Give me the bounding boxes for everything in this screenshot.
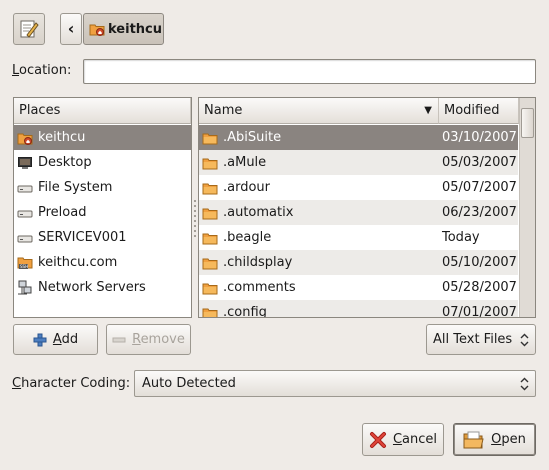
file-row[interactable]: .beagle Today (199, 225, 518, 250)
place-item-desktop[interactable]: Desktop (14, 150, 191, 175)
file-row[interactable]: .AbiSuite 03/10/2007 (199, 125, 518, 150)
place-item-label: Network Servers (38, 280, 146, 295)
file-modified: 05/10/2007 (442, 255, 517, 270)
character-coding-value: Auto Detected (142, 376, 236, 391)
location-toggle-button[interactable] (13, 13, 45, 45)
file-name: .ardour (223, 180, 271, 195)
folder-icon (202, 280, 218, 296)
desktop-icon (17, 155, 33, 171)
file-name: .comments (223, 280, 296, 295)
path-button-label: keithcu (108, 21, 162, 37)
file-filter-select[interactable]: All Text Files (426, 324, 536, 355)
place-item-label: SERVICEV001 (38, 230, 127, 245)
open-button[interactable]: Open (453, 423, 536, 456)
file-name: .config (223, 305, 267, 318)
cancel-x-icon (369, 431, 387, 449)
place-item-servicev001[interactable]: SERVICEV001 (14, 225, 191, 250)
file-row[interactable]: .comments 05/28/2007 (199, 275, 518, 300)
open-folder-icon (463, 430, 485, 450)
column-header-name[interactable]: Name ▼ (199, 98, 439, 124)
files-panel: Name ▼ Modified .AbiSuite 03/10/2007 .aM… (198, 97, 536, 318)
path-button-home[interactable]: keithcu (83, 13, 164, 45)
open-button-label: Open (491, 432, 526, 447)
chevron-left-icon: ‹ (67, 19, 75, 38)
places-header[interactable]: Places (14, 98, 191, 124)
remove-bookmark-button[interactable]: Remove (106, 324, 191, 355)
cancel-button-label: Cancel (392, 432, 438, 447)
folder-icon (202, 180, 218, 196)
place-item-file-system[interactable]: File System (14, 175, 191, 200)
folder-icon (202, 205, 218, 221)
place-item-label: keithcu (38, 130, 86, 145)
folder-icon (202, 230, 218, 246)
place-item-keithcu[interactable]: keithcu (14, 125, 191, 150)
remove-button-label: Remove (132, 332, 185, 347)
pane-splitter[interactable] (193, 200, 197, 240)
place-item-label: Desktop (38, 155, 92, 170)
sort-descending-icon: ▼ (424, 105, 432, 116)
file-modified: 03/10/2007 (442, 130, 517, 145)
file-modified: 05/28/2007 (442, 280, 517, 295)
place-item-label: File System (38, 180, 113, 195)
updown-arrows-icon (520, 333, 529, 347)
home-folder-icon (89, 21, 105, 37)
location-label: Location: (12, 63, 72, 78)
place-item-preload[interactable]: Preload (14, 200, 191, 225)
add-button-label: Add (52, 332, 79, 347)
place-item-label: keithcu.com (38, 255, 118, 270)
path-back-button[interactable]: ‹ (60, 13, 82, 45)
files-scrollbar[interactable] (519, 98, 535, 317)
file-name: .AbiSuite (223, 130, 282, 145)
pencil-paper-icon (18, 18, 40, 40)
minus-icon (112, 333, 126, 347)
file-modified: Today (442, 230, 480, 245)
file-name: .automatix (223, 205, 294, 220)
places-panel: Places keithcu Desktop File System Prelo… (13, 97, 192, 318)
file-filter-value: All Text Files (433, 332, 513, 347)
file-row[interactable]: .automatix 06/23/2007 (199, 200, 518, 225)
folder-icon (202, 255, 218, 271)
character-coding-select[interactable]: Auto Detected (134, 370, 536, 397)
place-item-label: Preload (38, 205, 87, 220)
file-modified: 07/01/2007 (442, 305, 517, 318)
files-scrollbar-thumb[interactable] (521, 108, 534, 138)
place-item-keithcu-com[interactable]: SSH keithcu.com (14, 250, 191, 275)
network-icon (17, 280, 33, 296)
character-coding-label: Character Coding: (12, 376, 131, 391)
file-name: .childsplay (223, 255, 293, 270)
folder-icon (202, 155, 218, 171)
drive-icon (17, 205, 33, 221)
svg-text:SSH: SSH (20, 264, 28, 269)
place-item-network-servers[interactable]: Network Servers (14, 275, 191, 300)
file-modified: 05/07/2007 (442, 180, 517, 195)
plus-icon (33, 333, 47, 347)
drive-icon (17, 180, 33, 196)
file-row[interactable]: .ardour 05/07/2007 (199, 175, 518, 200)
file-row[interactable]: .aMule 05/03/2007 (199, 150, 518, 175)
network-share-icon: SSH (17, 255, 33, 271)
file-modified: 06/23/2007 (442, 205, 517, 220)
folder-icon (202, 305, 218, 317)
file-name: .beagle (223, 230, 272, 245)
drive-icon (17, 230, 33, 246)
updown-arrows-icon (520, 377, 529, 391)
file-name: .aMule (223, 155, 267, 170)
home-folder-icon (17, 130, 33, 146)
add-bookmark-button[interactable]: Add (13, 324, 98, 355)
column-header-modified[interactable]: Modified (439, 98, 519, 124)
file-row[interactable]: .childsplay 05/10/2007 (199, 250, 518, 275)
file-row[interactable]: .config 07/01/2007 (199, 300, 518, 318)
cancel-button[interactable]: Cancel (362, 423, 444, 456)
file-modified: 05/03/2007 (442, 155, 517, 170)
location-input[interactable] (83, 59, 536, 84)
folder-icon (202, 130, 218, 146)
